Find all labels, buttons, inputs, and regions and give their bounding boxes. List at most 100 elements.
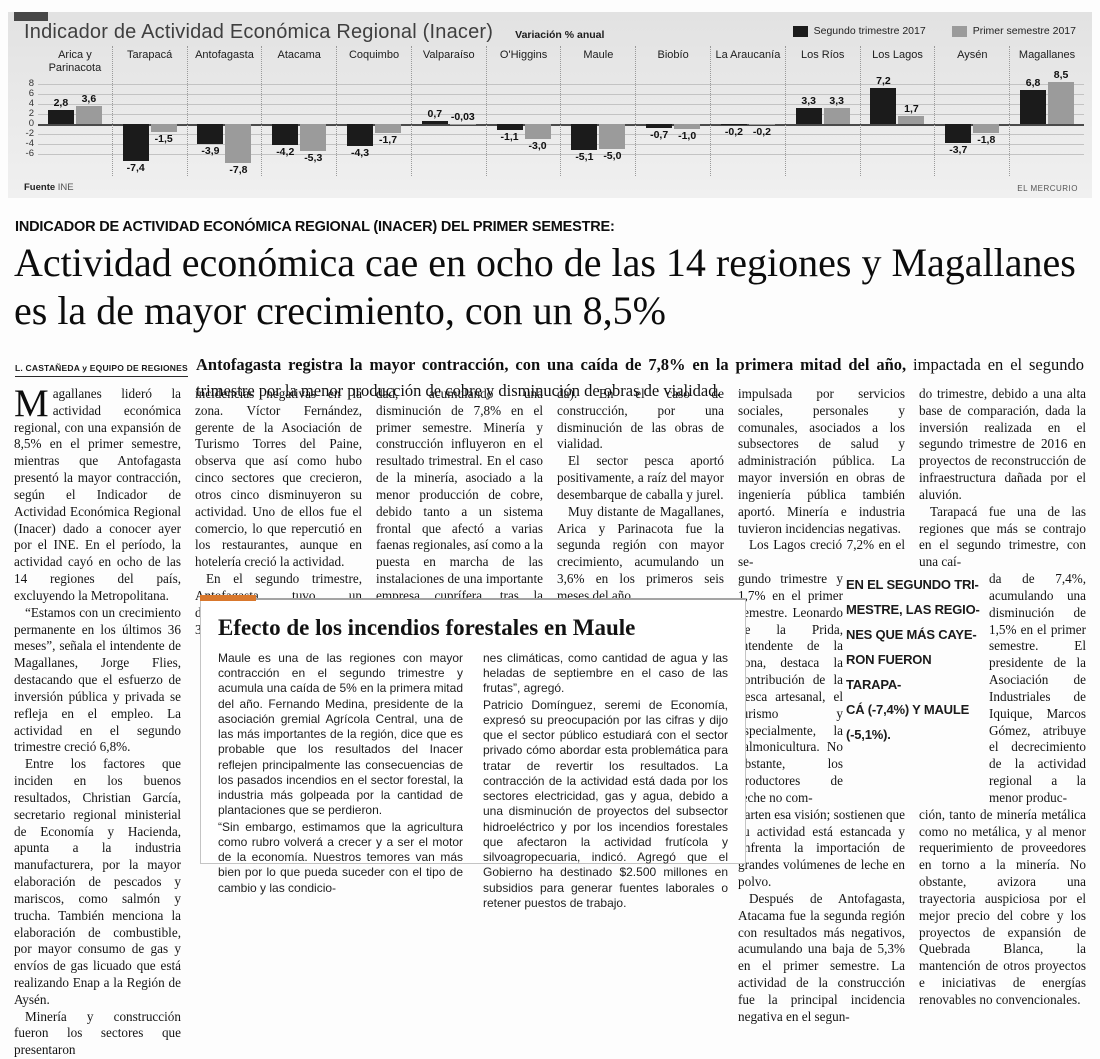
bar [749,124,775,125]
y-tick-label: -6 [26,148,34,159]
chart-region: Coquimbo-4,3-1,7 [336,46,411,176]
bar [272,124,298,145]
bar [497,124,523,130]
bar [571,124,597,150]
bar [1048,82,1074,125]
article-paragraph: Después de Antofagasta, Atacama fue la s… [738,891,905,1026]
box-column: nes climáticas, como cantidad de agua y … [483,651,728,912]
kicker: INDICADOR DE ACTIVIDAD ECONÓMICA REGIONA… [15,219,615,235]
chart-header: Indicador de Actividad Económica Regiona… [8,12,1092,44]
bar [721,124,747,125]
article-paragraph: Tarapacá fue una de las regiones que más… [919,504,1086,571]
forest-box: Efecto de los incendios forestales en Ma… [200,598,746,864]
region-bars: -7,4-1,5 [113,80,187,168]
bar-value-label: 7,2 [861,75,905,87]
region-bars: -1,1-3,0 [487,80,561,168]
article-body: Magallanes lideró la actividad económica… [14,386,1086,863]
lead-bold: Antofagasta registra la mayor contracció… [196,355,906,374]
chart-region: Los Lagos7,21,7 [860,46,935,176]
region-name: O'Higgins [487,46,561,83]
bar-value-label: -5,3 [291,152,335,164]
bar-value-label: -3,0 [516,140,560,152]
chart-region: Biobío-0,7-1,0 [635,46,710,176]
bar [824,108,850,125]
region-name: Tarapacá [113,46,187,83]
bar [300,124,326,151]
chart-region: O'Higgins-1,1-3,0 [486,46,561,176]
region-name: Coquimbo [337,46,411,83]
region-bars: 2,83,6 [38,80,112,168]
chart-body: 86420-2-4-6 Arica y Parinacota2,83,6Tara… [8,44,1092,176]
bar [646,124,672,128]
article-paragraph: Muy distante de Magallanes, Arica y Pari… [557,504,724,605]
bar-value-label: 3,6 [67,93,111,105]
bar [674,124,700,129]
bar [151,124,177,132]
chart-region: Valparaíso0,7-0,03 [411,46,486,176]
headline: Actividad económica cae en ocho de las 1… [14,239,1089,335]
region-name: Antofagasta [188,46,262,83]
chart-region: Los Ríos3,33,3 [785,46,860,176]
chart-region: Magallanes6,88,5 [1009,46,1084,176]
box-accent-bar [200,595,256,601]
chart-region: Maule-5,1-5,0 [560,46,635,176]
bar [450,124,476,125]
region-bars: -0,2-0,2 [711,80,785,168]
article-paragraph: Entre los factores que inciden en los bu… [14,756,181,1008]
bar [1020,90,1046,124]
bar-value-label: -1,0 [665,130,709,142]
article-paragraph: ción, tanto de minería metálica como no … [919,807,1086,1009]
chart-source: Fuente INE [24,182,74,193]
legend-item: Segundo trimestre 2017 [793,25,926,37]
chart-region: Antofagasta-3,9-7,8 [187,46,262,176]
bar-value-label: -5,0 [590,150,634,162]
region-bars: 0,7-0,03 [412,80,486,168]
box-columns: Maule es una de las regiones con mayor c… [218,651,728,912]
article-paragraph: “Estamos con un crecimiento permanente e… [14,605,181,756]
bar-value-label: -7,4 [114,162,158,174]
chart-region: Tarapacá-7,4-1,5 [112,46,187,176]
pull-quote: EN EL SEGUNDO TRI-MESTRE, LAS REGIO-NES … [846,572,986,747]
pull-quote-line: CÁ (-7,4%) Y MAULE [846,697,986,722]
region-name: La Araucanía [711,46,785,83]
bar [76,106,102,124]
region-bars: 7,21,7 [861,80,935,168]
region-bars: 6,88,5 [1010,80,1084,168]
article-paragraph: da de 7,4%, acumulando una disminución d… [989,571,1086,807]
article-paragraph: Los Lagos creció 7,2% en el se- [738,537,905,571]
chart-region: La Araucanía-0,2-0,2 [710,46,785,176]
region-name: Arica y Parinacota [38,46,112,83]
bar [525,124,551,139]
chart-subtitle: Variación % anual [515,29,604,41]
article-column: Magallanes lideró la actividad económica… [14,386,181,1059]
article-paragraph: da). En el caso de construcción, por una… [557,386,724,453]
region-name: Valparaíso [412,46,486,83]
article-paragraph: Minería y construcción fueron los sector… [14,1009,181,1059]
box-paragraph: Maule es una de las regiones con mayor c… [218,651,463,819]
inacer-chart-panel: Indicador de Actividad Económica Regiona… [8,12,1092,198]
pull-quote-line: (-5,1%). [846,722,986,747]
bar-value-label: 8,5 [1039,69,1083,81]
region-name: Biobío [636,46,710,83]
pull-quote-line: MESTRE, LAS REGIO- [846,597,986,622]
region-bars: -0,7-1,0 [636,80,710,168]
region-name: Maule [561,46,635,83]
bar-value-label: -0,2 [740,126,784,138]
legend-label: Segundo trimestre 2017 [814,25,926,37]
chart-region: Arica y Parinacota2,83,6 [38,46,112,176]
chart-region: Atacama-4,2-5,3 [261,46,336,176]
article-paragraph: do trimestre, debido a una alta base de … [919,386,1086,504]
bar [197,124,223,144]
article-paragraph: impulsada por servicios sociales, person… [738,386,905,537]
region-bars: -4,2-5,3 [262,80,336,168]
bar [796,108,822,125]
bar-value-label: 1,7 [889,103,933,115]
box-paragraph: nes climáticas, como cantidad de agua y … [483,651,728,697]
region-bars: -3,7-1,8 [935,80,1009,168]
bar [48,110,74,124]
article-paragraph: incidencias negativas en la zona. Víctor… [195,386,362,571]
bar-value-label: -1,5 [142,133,186,145]
legend-swatch [793,26,808,37]
box-column: Maule es una de las regiones con mayor c… [218,651,463,912]
article-paragraph: El sector pesca aportó positivamente, a … [557,453,724,503]
